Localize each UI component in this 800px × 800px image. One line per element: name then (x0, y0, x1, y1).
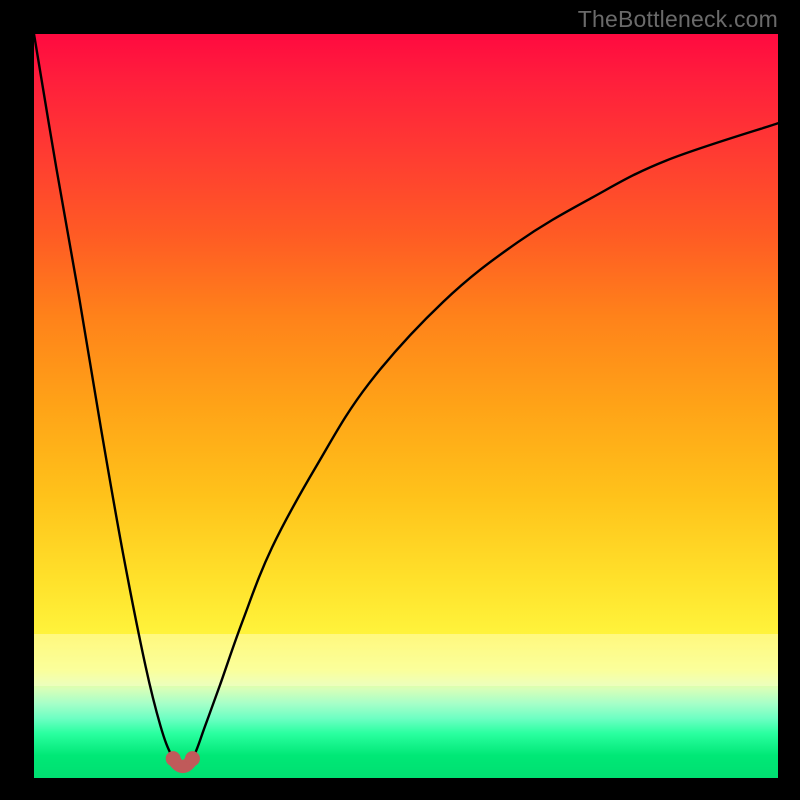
min-marker-right (185, 752, 199, 766)
chart-frame: TheBottleneck.com (0, 0, 800, 800)
min-marker-left (166, 752, 180, 766)
bottleneck-curve (34, 34, 778, 771)
plot-area (34, 34, 778, 778)
watermark-text: TheBottleneck.com (578, 6, 778, 33)
curve-layer (34, 34, 778, 778)
